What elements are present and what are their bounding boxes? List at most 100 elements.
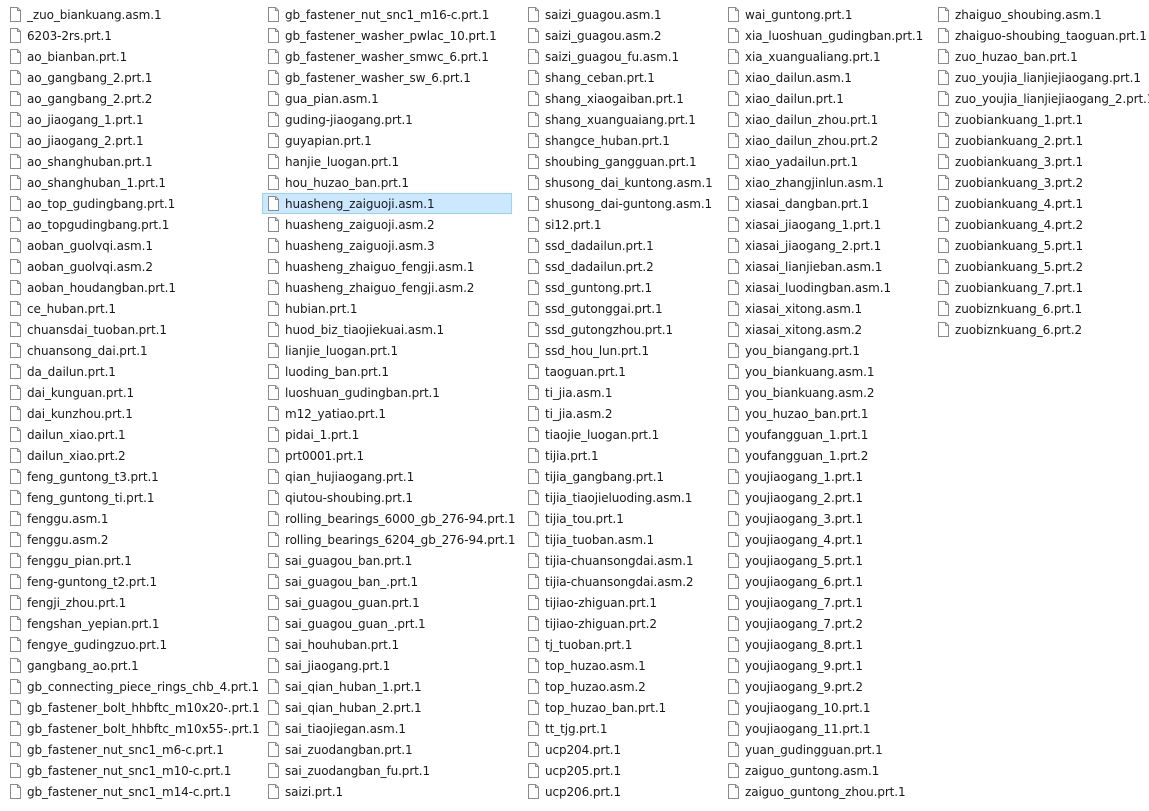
- file-item[interactable]: chuansong_dai.prt.1: [4, 340, 256, 361]
- file-item[interactable]: tijia-chuansongdai.asm.2: [522, 571, 718, 592]
- file-item[interactable]: fenggu_pian.prt.1: [4, 550, 256, 571]
- file-item[interactable]: zhaiguo_shoubing.asm.1: [932, 4, 1146, 25]
- file-item[interactable]: gb_connecting_piece_rings_chb_4.prt.1: [4, 676, 259, 697]
- file-item[interactable]: zuobiankuang_1.prt.1: [932, 109, 1146, 130]
- file-item[interactable]: gb_fastener_washer_smwc_6.prt.1: [262, 46, 512, 67]
- file-item[interactable]: sai_guagou_guan.prt.1: [262, 592, 512, 613]
- file-item[interactable]: sai_qian_huban_1.prt.1: [262, 676, 512, 697]
- file-item[interactable]: shusong_dai-guntong.asm.1: [522, 193, 718, 214]
- file-item[interactable]: aoban_guolvqi.asm.1: [4, 235, 256, 256]
- file-item[interactable]: fengji_zhou.prt.1: [4, 592, 256, 613]
- file-item[interactable]: sai_guagou_ban.prt.1: [262, 550, 512, 571]
- file-item[interactable]: youfangguan_1.prt.1: [722, 424, 928, 445]
- file-item[interactable]: huasheng_zaiguoji.asm.1: [262, 193, 512, 214]
- file-item[interactable]: youjiaogang_10.prt.1: [722, 697, 928, 718]
- file-item[interactable]: rolling_bearings_6000_gb_276-94.prt.1: [262, 508, 516, 529]
- file-item[interactable]: shang_ceban.prt.1: [522, 67, 718, 88]
- file-item[interactable]: lianjie_luogan.prt.1: [262, 340, 512, 361]
- file-item[interactable]: ce_huban.prt.1: [4, 298, 256, 319]
- file-item[interactable]: ssd_gutonggai.prt.1: [522, 298, 718, 319]
- file-item[interactable]: tijia_tuoban.asm.1: [522, 529, 718, 550]
- file-item[interactable]: zuo_huzao_ban.prt.1: [932, 46, 1146, 67]
- file-item[interactable]: ssd_dadailun.prt.2: [522, 256, 718, 277]
- file-item[interactable]: sai_tiaojiegan.asm.1: [262, 718, 512, 739]
- file-item[interactable]: ao_topgudingbang.prt.1: [4, 214, 256, 235]
- file-item[interactable]: 6203-2rs.prt.1: [4, 25, 256, 46]
- file-item[interactable]: rolling_bearings_6204_gb_276-94.prt.1: [262, 529, 516, 550]
- file-item[interactable]: luoshuan_gudingban.prt.1: [262, 382, 512, 403]
- file-item[interactable]: shusong_dai_kuntong.asm.1: [522, 172, 718, 193]
- file-item[interactable]: yuan_gudingguan.prt.1: [722, 739, 928, 760]
- file-item[interactable]: guding-jiaogang.prt.1: [262, 109, 512, 130]
- file-item[interactable]: wai_guntong.prt.1: [722, 4, 928, 25]
- file-item[interactable]: guyapian.prt.1: [262, 130, 512, 151]
- file-item[interactable]: ti_jia.asm.1: [522, 382, 718, 403]
- file-item[interactable]: zuobiankuang_7.prt.1: [932, 277, 1146, 298]
- file-item[interactable]: xia_luoshuan_gudingban.prt.1: [722, 25, 928, 46]
- file-item[interactable]: you_biangang.prt.1: [722, 340, 928, 361]
- file-item[interactable]: zuobiankuang_3.prt.2: [932, 172, 1146, 193]
- file-item[interactable]: shang_xuanguaiang.prt.1: [522, 109, 718, 130]
- file-item[interactable]: top_huzao.asm.1: [522, 655, 718, 676]
- file-item[interactable]: aoban_houdangban.prt.1: [4, 277, 256, 298]
- file-item[interactable]: zuo_youjia_lianjiejiaogang.prt.1: [932, 67, 1146, 88]
- file-item[interactable]: si12.prt.1: [522, 214, 718, 235]
- file-item[interactable]: ao_shanghuban_1.prt.1: [4, 172, 256, 193]
- file-item[interactable]: dai_kunguan.prt.1: [4, 382, 256, 403]
- file-item[interactable]: zuobiznkuang_6.prt.1: [932, 298, 1146, 319]
- file-item[interactable]: xiasai_xitong.asm.2: [722, 319, 928, 340]
- file-item[interactable]: xiao_dailun_zhou.prt.1: [722, 109, 928, 130]
- file-item[interactable]: shang_xiaogaiban.prt.1: [522, 88, 718, 109]
- file-item[interactable]: da_dailun.prt.1: [4, 361, 256, 382]
- file-item[interactable]: sai_guagou_ban_.prt.1: [262, 571, 512, 592]
- file-item[interactable]: sai_zuodangban_fu.prt.1: [262, 760, 512, 781]
- file-item[interactable]: xiasai_jiaogang_2.prt.1: [722, 235, 928, 256]
- file-item[interactable]: sai_guagou_guan_.prt.1: [262, 613, 512, 634]
- file-item[interactable]: dai_kunzhou.prt.1: [4, 403, 256, 424]
- file-item[interactable]: ao_top_gudingbang.prt.1: [4, 193, 256, 214]
- file-item[interactable]: tijia-chuansongdai.asm.1: [522, 550, 718, 571]
- file-item[interactable]: gb_fastener_washer_sw_6.prt.1: [262, 67, 512, 88]
- file-item[interactable]: youjiaogang_3.prt.1: [722, 508, 928, 529]
- file-item[interactable]: gangbang_ao.prt.1: [4, 655, 256, 676]
- file-item[interactable]: youjiaogang_1.prt.1: [722, 466, 928, 487]
- file-item[interactable]: youfangguan_1.prt.2: [722, 445, 928, 466]
- file-item[interactable]: xiasai_dangban.prt.1: [722, 193, 928, 214]
- file-item[interactable]: prt0001.prt.1: [262, 445, 512, 466]
- file-item[interactable]: xiasai_xitong.asm.1: [722, 298, 928, 319]
- file-item[interactable]: you_biankuang.asm.2: [722, 382, 928, 403]
- file-item[interactable]: zuobiankuang_3.prt.1: [932, 151, 1146, 172]
- file-item[interactable]: tijiao-zhiguan.prt.1: [522, 592, 718, 613]
- file-item[interactable]: _zuo_biankuang.asm.1: [4, 4, 256, 25]
- file-item[interactable]: ucp206.prt.1: [522, 781, 718, 802]
- file-item[interactable]: ssd_guntong.prt.1: [522, 277, 718, 298]
- file-item[interactable]: huasheng_zhaiguo_fengji.asm.2: [262, 277, 512, 298]
- file-item[interactable]: chuansdai_tuoban.prt.1: [4, 319, 256, 340]
- file-item[interactable]: shangce_huban.prt.1: [522, 130, 718, 151]
- file-item[interactable]: youjiaogang_9.prt.1: [722, 655, 928, 676]
- file-item[interactable]: ucp204.prt.1: [522, 739, 718, 760]
- file-item[interactable]: sai_jiaogang.prt.1: [262, 655, 512, 676]
- file-item[interactable]: saizi_guagou.asm.2: [522, 25, 718, 46]
- file-item[interactable]: qiutou-shoubing.prt.1: [262, 487, 512, 508]
- file-item[interactable]: hanjie_luogan.prt.1: [262, 151, 512, 172]
- file-item[interactable]: gb_fastener_nut_snc1_m6-c.prt.1: [4, 739, 256, 760]
- file-item[interactable]: ssd_dadailun.prt.1: [522, 235, 718, 256]
- file-item[interactable]: tijia_tou.prt.1: [522, 508, 718, 529]
- file-item[interactable]: youjiaogang_6.prt.1: [722, 571, 928, 592]
- file-item[interactable]: dailun_xiao.prt.2: [4, 445, 256, 466]
- file-item[interactable]: xiasai_jiaogang_1.prt.1: [722, 214, 928, 235]
- file-item[interactable]: ao_shanghuban.prt.1: [4, 151, 256, 172]
- file-item[interactable]: zuobiankuang_2.prt.1: [932, 130, 1146, 151]
- file-item[interactable]: gb_fastener_bolt_hhbftc_m10x20-.prt.1: [4, 697, 260, 718]
- file-item[interactable]: hubian.prt.1: [262, 298, 512, 319]
- file-item[interactable]: you_biankuang.asm.1: [722, 361, 928, 382]
- file-item[interactable]: xiasai_lianjieban.asm.1: [722, 256, 928, 277]
- file-item[interactable]: ao_bianban.prt.1: [4, 46, 256, 67]
- file-item[interactable]: fengye_gudingzuo.prt.1: [4, 634, 256, 655]
- file-item[interactable]: top_huzao.asm.2: [522, 676, 718, 697]
- file-item[interactable]: tj_tuoban.prt.1: [522, 634, 718, 655]
- file-item[interactable]: fenggu.asm.1: [4, 508, 256, 529]
- file-item[interactable]: ssd_hou_lun.prt.1: [522, 340, 718, 361]
- file-item[interactable]: gua_pian.asm.1: [262, 88, 512, 109]
